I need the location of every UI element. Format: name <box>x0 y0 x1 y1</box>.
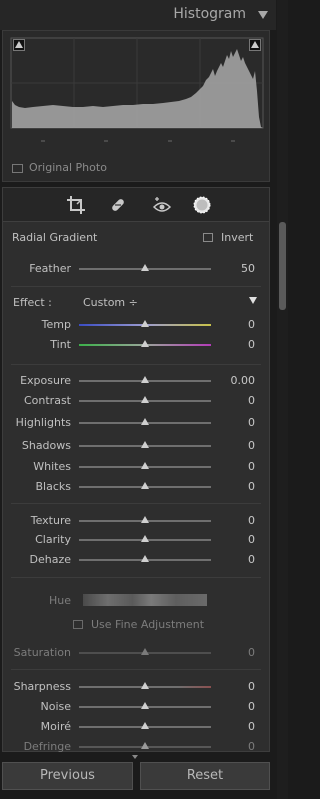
invert-checkbox[interactable] <box>203 233 213 242</box>
clarity-label: Clarity <box>35 533 71 546</box>
saturation-label: Saturation <box>13 646 71 659</box>
saturation-slider-thumb[interactable] <box>141 648 149 655</box>
defringe-slider-thumb[interactable] <box>141 742 149 749</box>
hue-label: Hue <box>48 594 71 607</box>
hue-slider[interactable] <box>83 594 207 606</box>
blacks-value[interactable]: 0 <box>248 480 255 493</box>
highlight-clipping-icon[interactable] <box>249 39 261 51</box>
divider <box>11 364 261 365</box>
scrollbar-track[interactable] <box>277 0 288 799</box>
crop-icon[interactable] <box>65 194 87 216</box>
previous-button[interactable]: Previous <box>2 762 133 790</box>
fine-adjustment-checkbox[interactable] <box>73 620 83 629</box>
histogram-graph <box>10 37 264 142</box>
highlights-slider-thumb[interactable] <box>141 418 149 425</box>
histogram-panel: Original Photo <box>2 30 270 182</box>
invert-label: Invert <box>221 231 254 244</box>
temp-value[interactable]: 0 <box>248 318 255 331</box>
histogram-title: Histogram <box>173 6 246 22</box>
noise-label: Noise <box>40 700 71 713</box>
noise-slider-thumb[interactable] <box>141 702 149 709</box>
texture-label: Texture <box>30 514 71 527</box>
original-photo-label: Original Photo <box>29 161 107 174</box>
collapse-triangle-icon[interactable] <box>258 11 268 19</box>
scrollbar-thumb[interactable] <box>279 222 286 310</box>
highlights-label: Highlights <box>15 416 71 429</box>
tint-slider-thumb[interactable] <box>141 340 149 347</box>
histogram-header[interactable]: Histogram <box>0 0 276 30</box>
clarity-value[interactable]: 0 <box>248 533 255 546</box>
defringe-value[interactable]: 0 <box>248 740 255 753</box>
exposure-slider-thumb[interactable] <box>141 376 149 383</box>
shadows-slider-thumb[interactable] <box>141 441 149 448</box>
texture-value[interactable]: 0 <box>248 514 255 527</box>
shadow-clipping-icon[interactable] <box>13 39 25 51</box>
tint-label: Tint <box>50 338 71 351</box>
reset-button[interactable]: Reset <box>140 762 270 790</box>
feather-value[interactable]: 50 <box>241 262 255 275</box>
dehaze-value[interactable]: 0 <box>248 553 255 566</box>
whites-slider-thumb[interactable] <box>141 462 149 469</box>
healing-brush-icon[interactable] <box>107 194 129 216</box>
feather-slider-thumb[interactable] <box>141 264 149 271</box>
highlights-value[interactable]: 0 <box>248 416 255 429</box>
moire-value[interactable]: 0 <box>248 720 255 733</box>
dehaze-slider-thumb[interactable] <box>141 555 149 562</box>
red-eye-icon[interactable] <box>151 194 173 216</box>
defringe-label: Defringe <box>23 740 71 753</box>
divider <box>11 503 261 504</box>
feather-label: Feather <box>29 262 71 275</box>
moire-slider-thumb[interactable] <box>141 722 149 729</box>
effect-collapse-icon[interactable] <box>249 297 257 304</box>
blacks-label: Blacks <box>35 480 72 493</box>
whites-label: Whites <box>33 460 71 473</box>
blacks-slider-thumb[interactable] <box>141 482 149 489</box>
shadows-value[interactable]: 0 <box>248 439 255 452</box>
contrast-label: Contrast <box>23 394 71 407</box>
temp-slider-thumb[interactable] <box>141 320 149 327</box>
moire-label: Moiré <box>40 720 71 733</box>
texture-slider-thumb[interactable] <box>141 516 149 523</box>
effect-label: Effect : <box>13 296 52 309</box>
temp-label: Temp <box>41 318 71 331</box>
sharpness-value[interactable]: 0 <box>248 680 255 693</box>
original-photo-checkbox[interactable] <box>12 164 23 173</box>
contrast-slider-thumb[interactable] <box>141 396 149 403</box>
tint-value[interactable]: 0 <box>248 338 255 351</box>
sharpness-label: Sharpness <box>13 680 71 693</box>
clarity-slider-thumb[interactable] <box>141 535 149 542</box>
contrast-value[interactable]: 0 <box>248 394 255 407</box>
noise-value[interactable]: 0 <box>248 700 255 713</box>
sharpness-slider-thumb[interactable] <box>141 682 149 689</box>
fine-adjustment-label: Use Fine Adjustment <box>91 618 205 631</box>
panel-end-arrow-icon <box>132 755 138 759</box>
dehaze-label: Dehaze <box>29 553 72 566</box>
saturation-value[interactable]: 0 <box>248 646 255 659</box>
exposure-label: Exposure <box>20 374 71 387</box>
divider <box>11 286 261 287</box>
divider <box>11 577 261 578</box>
tool-strip <box>3 188 269 222</box>
local-adjustment-panel: Radial Gradient Invert Feather 50 Effect… <box>2 187 270 753</box>
divider <box>11 669 261 670</box>
exposure-value[interactable]: 0.00 <box>231 374 256 387</box>
radial-gradient-title: Radial Gradient <box>12 231 98 244</box>
whites-value[interactable]: 0 <box>248 460 255 473</box>
shadows-label: Shadows <box>21 439 71 452</box>
effect-preset-dropdown[interactable]: Custom ÷ <box>83 296 138 309</box>
mask-icon[interactable] <box>191 194 213 216</box>
